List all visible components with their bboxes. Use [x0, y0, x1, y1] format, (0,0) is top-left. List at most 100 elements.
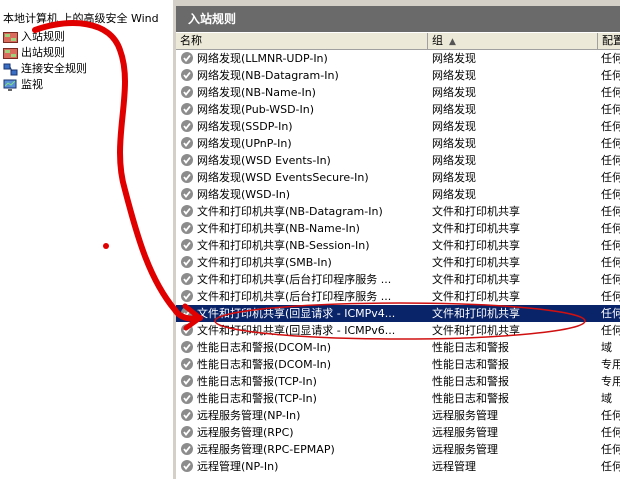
- table-row[interactable]: 文件和打印机共享(后台打印程序服务 ... 文件和打印机共享 任何: [176, 271, 620, 288]
- rule-name-text: 文件和打印机共享(NB-Session-In): [197, 239, 370, 252]
- rule-name-text: 文件和打印机共享(NB-Name-In): [197, 222, 360, 235]
- table-row[interactable]: 远程服务管理(RPC) 远程服务管理 任何: [176, 424, 620, 441]
- rule-profile-cell: 任何: [601, 307, 620, 320]
- monitor-icon: [3, 79, 18, 92]
- rule-profile-cell: 任何: [601, 222, 620, 235]
- table-row[interactable]: 网络发现(UPnP-In) 网络发现 任何: [176, 135, 620, 152]
- rule-name-text: 网络发现(WSD Events-In): [197, 154, 331, 167]
- table-row[interactable]: 远程服务管理(RPC-EPMAP) 远程服务管理 任何: [176, 441, 620, 458]
- tree-item-inbound-rules[interactable]: 入站规则: [3, 29, 65, 45]
- rule-name-cell: 文件和打印机共享(NB-Name-In): [181, 220, 427, 237]
- rule-profile-cell: 任何: [601, 409, 620, 422]
- rule-name-cell: 文件和打印机共享(NB-Session-In): [181, 237, 427, 254]
- rule-enabled-check-icon: [181, 290, 193, 302]
- rule-group-cell: 网络发现: [432, 171, 476, 184]
- table-row[interactable]: 文件和打印机共享(NB-Session-In) 文件和打印机共享 任何: [176, 237, 620, 254]
- rule-enabled-check-icon: [181, 120, 193, 132]
- rule-name-cell: 性能日志和警报(DCOM-In): [181, 339, 427, 356]
- table-row[interactable]: 文件和打印机共享(回显请求 - ICMPv4... 文件和打印机共享 任何: [176, 305, 620, 322]
- rule-profile-cell: 专用: [601, 375, 620, 388]
- rule-name-cell: 网络发现(NB-Datagram-In): [181, 67, 427, 84]
- rule-profile-cell: 任何: [601, 290, 620, 303]
- table-row[interactable]: 性能日志和警报(TCP-In) 性能日志和警报 域: [176, 390, 620, 407]
- rule-profile-cell: 任何: [601, 205, 620, 218]
- rule-enabled-check-icon: [181, 69, 193, 81]
- rule-name-cell: 网络发现(WSD-In): [181, 186, 427, 203]
- table-row[interactable]: 远程服务管理(NP-In) 远程服务管理 任何: [176, 407, 620, 424]
- table-row[interactable]: 文件和打印机共享(后台打印程序服务 ... 文件和打印机共享 任何: [176, 288, 620, 305]
- column-header-group[interactable]: 组 ▲: [428, 33, 598, 49]
- firewall-window: 本地计算机 上的高级安全 Wind 入站规则 出站规则 连接安全规则 监视 入站…: [0, 0, 620, 479]
- rule-name-text: 网络发现(WSD-In): [197, 188, 291, 201]
- table-row[interactable]: 文件和打印机共享(SMB-In) 文件和打印机共享 任何: [176, 254, 620, 271]
- rule-group-cell: 文件和打印机共享: [432, 324, 520, 337]
- rule-enabled-check-icon: [181, 188, 193, 200]
- rule-name-text: 文件和打印机共享(后台打印程序服务 ...: [197, 273, 392, 286]
- rule-group-cell: 性能日志和警报: [432, 375, 509, 388]
- inbound-rules-icon: [3, 31, 18, 44]
- table-row[interactable]: 文件和打印机共享(NB-Datagram-In) 文件和打印机共享 任何: [176, 203, 620, 220]
- rule-profile-cell: 任何: [601, 171, 620, 184]
- rule-profile-cell: 任何: [601, 273, 620, 286]
- rule-profile-cell: 任何: [601, 52, 620, 65]
- column-header-profile[interactable]: 配置: [598, 33, 620, 49]
- rule-name-text: 网络发现(UPnP-In): [197, 137, 292, 150]
- table-row[interactable]: 网络发现(SSDP-In) 网络发现 任何: [176, 118, 620, 135]
- table-row[interactable]: 网络发现(WSD-In) 网络发现 任何: [176, 186, 620, 203]
- rule-profile-cell: 任何: [601, 256, 620, 269]
- rule-name-cell: 文件和打印机共享(回显请求 - ICMPv6...: [181, 322, 427, 339]
- column-header-name[interactable]: 名称: [176, 33, 428, 49]
- rule-name-text: 文件和打印机共享(SMB-In): [197, 256, 332, 269]
- rule-name-text: 远程管理(NP-In): [197, 460, 279, 473]
- rules-list-pane: 入站规则 名称 组 ▲ 配置 网络发现(LLMNR-UDP-In) 网络发现 任何 网络…: [176, 0, 620, 479]
- rule-group-cell: 网络发现: [432, 52, 476, 65]
- table-row[interactable]: 性能日志和警报(DCOM-In) 性能日志和警报 域: [176, 339, 620, 356]
- rule-group-cell: 网络发现: [432, 154, 476, 167]
- rule-group-cell: 文件和打印机共享: [432, 239, 520, 252]
- rule-name-text: 文件和打印机共享(回显请求 - ICMPv4...: [197, 307, 396, 320]
- table-row[interactable]: 网络发现(NB-Name-In) 网络发现 任何: [176, 84, 620, 101]
- rule-name-text: 文件和打印机共享(后台打印程序服务 ...: [197, 290, 392, 303]
- table-row[interactable]: 网络发现(Pub-WSD-In) 网络发现 任何: [176, 101, 620, 118]
- rule-profile-cell: 任何: [601, 460, 620, 473]
- table-row[interactable]: 远程管理(NP-In) 远程管理 任何: [176, 458, 620, 475]
- rule-group-cell: 网络发现: [432, 120, 476, 133]
- tree-item-outbound-rules[interactable]: 出站规则: [3, 45, 65, 61]
- rule-name-text: 远程服务管理(NP-In): [197, 409, 301, 422]
- rule-name-cell: 文件和打印机共享(SMB-In): [181, 254, 427, 271]
- rule-enabled-check-icon: [181, 171, 193, 183]
- rule-enabled-check-icon: [181, 256, 193, 268]
- rule-enabled-check-icon: [181, 426, 193, 438]
- rule-group-cell: 文件和打印机共享: [432, 205, 520, 218]
- tree-item-connection-security[interactable]: 连接安全规则: [3, 61, 87, 77]
- rule-profile-cell: 任何: [601, 120, 620, 133]
- table-row[interactable]: 性能日志和警报(TCP-In) 性能日志和警报 专用: [176, 373, 620, 390]
- rule-group-cell: 远程服务管理: [432, 443, 498, 456]
- tree-item-label: 监视: [21, 78, 43, 91]
- table-row[interactable]: 网络发现(NB-Datagram-In) 网络发现 任何: [176, 67, 620, 84]
- column-header-label: 组: [432, 34, 443, 47]
- table-row[interactable]: 性能日志和警报(DCOM-In) 性能日志和警报 专用: [176, 356, 620, 373]
- table-row[interactable]: 网络发现(LLMNR-UDP-In) 网络发现 任何: [176, 50, 620, 67]
- table-row[interactable]: 文件和打印机共享(回显请求 - ICMPv6... 文件和打印机共享 任何: [176, 322, 620, 339]
- tree-root-label[interactable]: 本地计算机 上的高级安全 Wind: [0, 10, 173, 27]
- rule-enabled-check-icon: [181, 324, 193, 336]
- rule-group-cell: 性能日志和警报: [432, 392, 509, 405]
- rule-enabled-check-icon: [181, 460, 193, 472]
- rule-name-cell: 远程服务管理(RPC): [181, 424, 427, 441]
- rule-enabled-check-icon: [181, 273, 193, 285]
- tree-item-label: 连接安全规则: [21, 62, 87, 75]
- rule-group-cell: 远程管理: [432, 460, 476, 473]
- rule-name-text: 网络发现(LLMNR-UDP-In): [197, 52, 328, 65]
- table-row[interactable]: 网络发现(WSD EventsSecure-In) 网络发现 任何: [176, 169, 620, 186]
- rule-name-cell: 网络发现(Pub-WSD-In): [181, 101, 427, 118]
- rule-enabled-check-icon: [181, 86, 193, 98]
- table-row[interactable]: 文件和打印机共享(NB-Name-In) 文件和打印机共享 任何: [176, 220, 620, 237]
- table-row[interactable]: 网络发现(WSD Events-In) 网络发现 任何: [176, 152, 620, 169]
- rule-profile-cell: 任何: [601, 137, 620, 150]
- rule-enabled-check-icon: [181, 341, 193, 353]
- rule-enabled-check-icon: [181, 52, 193, 64]
- rule-enabled-check-icon: [181, 239, 193, 251]
- rule-name-cell: 文件和打印机共享(后台打印程序服务 ...: [181, 271, 427, 288]
- tree-item-monitor[interactable]: 监视: [3, 77, 43, 93]
